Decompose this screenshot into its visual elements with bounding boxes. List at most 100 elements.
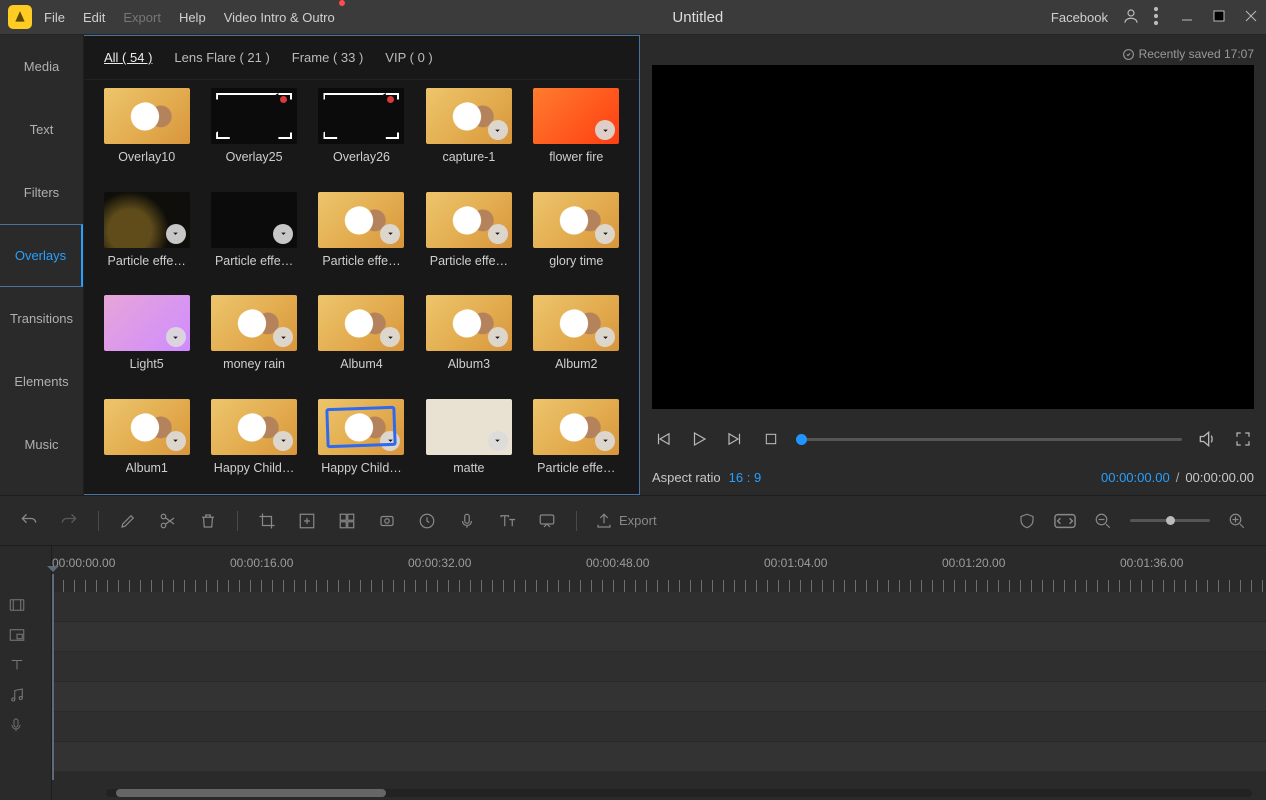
thumbnail[interactable]	[318, 399, 404, 455]
audio-track-icon[interactable]	[0, 680, 51, 710]
more-icon[interactable]	[1154, 7, 1158, 28]
freeze-icon[interactable]	[376, 510, 398, 532]
sidebar-tab-filters[interactable]: Filters	[0, 161, 83, 224]
thumbnail[interactable]	[533, 399, 619, 455]
library-item[interactable]: Overlay25	[205, 88, 302, 176]
library-item[interactable]: Happy Child…	[313, 399, 410, 487]
download-icon[interactable]	[273, 327, 293, 347]
redo-button[interactable]	[58, 510, 80, 532]
menu-export[interactable]: Export	[123, 10, 161, 25]
track-row[interactable]	[52, 682, 1266, 712]
edit-icon[interactable]	[117, 510, 139, 532]
maximize-button[interactable]	[1212, 9, 1226, 26]
library-filter[interactable]: All ( 54 )	[104, 50, 152, 65]
thumbnail[interactable]	[318, 88, 404, 144]
download-icon[interactable]	[488, 120, 508, 140]
thumbnail[interactable]	[211, 399, 297, 455]
zoom-out-icon[interactable]	[1092, 510, 1114, 532]
thumbnail[interactable]	[533, 88, 619, 144]
fullscreen-icon[interactable]	[1232, 428, 1254, 450]
library-filter[interactable]: Lens Flare ( 21 )	[174, 50, 269, 65]
track-row[interactable]	[52, 652, 1266, 682]
preview-viewport[interactable]	[652, 65, 1254, 409]
shield-icon[interactable]	[1016, 510, 1038, 532]
zoom-in-icon[interactable]	[1226, 510, 1248, 532]
library-item[interactable]: Album3	[420, 295, 517, 383]
download-icon[interactable]	[166, 431, 186, 451]
library-item[interactable]: Happy Child…	[205, 399, 302, 487]
volume-icon[interactable]	[1196, 428, 1218, 450]
timeline-tracks[interactable]	[52, 592, 1266, 772]
thumbnail[interactable]	[211, 192, 297, 248]
menu-help[interactable]: Help	[179, 10, 206, 25]
thumbnail[interactable]	[104, 295, 190, 351]
download-icon[interactable]	[488, 327, 508, 347]
track-row[interactable]	[52, 742, 1266, 772]
library-filter[interactable]: Frame ( 33 )	[292, 50, 364, 65]
sidebar-tab-text[interactable]: Text	[0, 98, 83, 161]
text-tool-icon[interactable]	[496, 510, 518, 532]
fit-icon[interactable]	[1054, 510, 1076, 532]
library-filter[interactable]: VIP ( 0 )	[385, 50, 432, 65]
timeline-scrollbar[interactable]	[106, 789, 1252, 797]
zoom-icon[interactable]	[296, 510, 318, 532]
download-icon[interactable]	[273, 224, 293, 244]
library-item[interactable]: flower fire	[528, 88, 625, 176]
mosaic-icon[interactable]	[336, 510, 358, 532]
download-icon[interactable]	[166, 224, 186, 244]
menu-edit[interactable]: Edit	[83, 10, 105, 25]
voiceover-icon[interactable]	[456, 510, 478, 532]
download-icon[interactable]	[595, 327, 615, 347]
speech-icon[interactable]	[536, 510, 558, 532]
library-item[interactable]: Overlay10	[98, 88, 195, 176]
pip-track-icon[interactable]	[0, 620, 51, 650]
download-icon[interactable]	[488, 224, 508, 244]
download-icon[interactable]	[380, 327, 400, 347]
download-icon[interactable]	[380, 224, 400, 244]
account-icon[interactable]	[1122, 7, 1140, 28]
track-row[interactable]	[52, 592, 1266, 622]
sidebar-tab-transitions[interactable]: Transitions	[0, 287, 83, 350]
thumbnail[interactable]	[318, 295, 404, 351]
playhead[interactable]	[52, 574, 54, 780]
thumbnail[interactable]	[426, 399, 512, 455]
video-track-icon[interactable]	[0, 590, 51, 620]
thumbnail[interactable]	[426, 295, 512, 351]
voice-track-icon[interactable]	[0, 710, 51, 740]
download-icon[interactable]	[595, 431, 615, 451]
download-icon[interactable]	[595, 224, 615, 244]
library-item[interactable]: Particle effe…	[528, 399, 625, 487]
facebook-link[interactable]: Facebook	[1051, 10, 1108, 25]
track-row[interactable]	[52, 622, 1266, 652]
library-item[interactable]: Overlay26	[313, 88, 410, 176]
library-item[interactable]: Light5	[98, 295, 195, 383]
seek-slider[interactable]	[796, 438, 1182, 441]
library-item[interactable]: capture-1	[420, 88, 517, 176]
download-icon[interactable]	[488, 431, 508, 451]
library-item[interactable]: glory time	[528, 192, 625, 280]
library-item[interactable]: money rain	[205, 295, 302, 383]
menu-video-intro-outro[interactable]: Video Intro & Outro	[224, 10, 335, 25]
thumbnail[interactable]	[426, 88, 512, 144]
library-item[interactable]: Album2	[528, 295, 625, 383]
crop-icon[interactable]	[256, 510, 278, 532]
sidebar-tab-elements[interactable]: Elements	[0, 350, 83, 413]
play-button[interactable]	[688, 428, 710, 450]
sidebar-tab-overlays[interactable]: Overlays	[0, 224, 83, 287]
thumbnail[interactable]	[318, 192, 404, 248]
track-row[interactable]	[52, 712, 1266, 742]
library-item[interactable]: Album4	[313, 295, 410, 383]
thumbnail[interactable]	[104, 88, 190, 144]
thumbnail[interactable]	[426, 192, 512, 248]
library-item[interactable]: Particle effe…	[313, 192, 410, 280]
text-track-icon[interactable]	[0, 650, 51, 680]
library-item[interactable]: Particle effe…	[205, 192, 302, 280]
thumbnail[interactable]	[104, 192, 190, 248]
download-icon[interactable]	[380, 431, 400, 451]
prev-frame-button[interactable]	[652, 428, 674, 450]
split-icon[interactable]	[157, 510, 179, 532]
thumbnail[interactable]	[533, 295, 619, 351]
download-icon[interactable]	[595, 120, 615, 140]
library-item[interactable]: matte	[420, 399, 517, 487]
library-item[interactable]: Album1	[98, 399, 195, 487]
